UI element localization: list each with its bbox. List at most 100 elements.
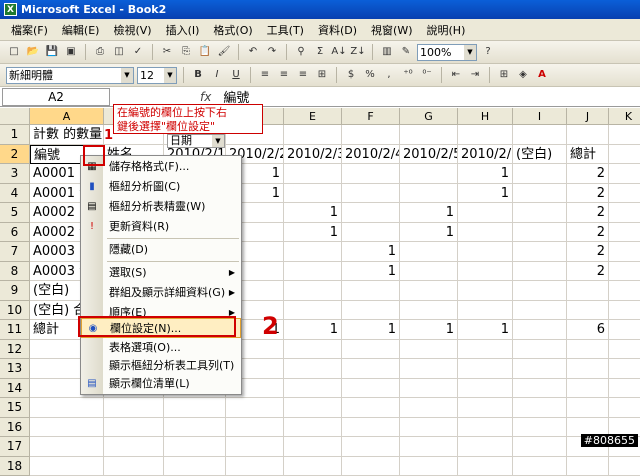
- cell-f14[interactable]: [342, 379, 400, 399]
- cell-h11[interactable]: 1: [458, 320, 513, 340]
- cell-e7[interactable]: [284, 242, 342, 262]
- date-filter-dropdown[interactable]: 日期 ▼: [167, 134, 225, 148]
- cell-f9[interactable]: [342, 281, 400, 301]
- paste-icon[interactable]: 📋: [197, 44, 213, 60]
- cell-g8[interactable]: [400, 262, 458, 282]
- cell-h4[interactable]: 1: [458, 184, 513, 204]
- cell-f11[interactable]: 1: [342, 320, 400, 340]
- cell-b17[interactable]: [104, 437, 164, 457]
- font-name-combo[interactable]: 新細明體▼: [6, 67, 134, 84]
- cell-g10[interactable]: [400, 301, 458, 321]
- cell-g3[interactable]: [400, 164, 458, 184]
- cell-g13[interactable]: [400, 359, 458, 379]
- redo-icon[interactable]: ↷: [264, 44, 280, 60]
- cell-f2[interactable]: 2010/2/4: [342, 145, 400, 165]
- cell-k3[interactable]: [609, 164, 640, 184]
- cell-j18[interactable]: [567, 457, 609, 476]
- cell-f18[interactable]: [342, 457, 400, 476]
- column-header-g[interactable]: G: [400, 108, 458, 125]
- cell-j7[interactable]: 2: [567, 242, 609, 262]
- cell-f8[interactable]: 1: [342, 262, 400, 282]
- chevron-down-icon[interactable]: ▼: [464, 45, 476, 60]
- cell-g12[interactable]: [400, 340, 458, 360]
- cell-i17[interactable]: [513, 437, 567, 457]
- cell-g1[interactable]: [400, 125, 458, 145]
- row-header-4[interactable]: 4: [0, 184, 30, 204]
- format-painter-icon[interactable]: 🖌: [216, 44, 232, 60]
- cell-h14[interactable]: [458, 379, 513, 399]
- cell-e4[interactable]: [284, 184, 342, 204]
- cell-j4[interactable]: 2: [567, 184, 609, 204]
- cell-j11[interactable]: 6: [567, 320, 609, 340]
- cell-f13[interactable]: [342, 359, 400, 379]
- zoom-combo[interactable]: 100%▼: [417, 44, 477, 61]
- cell-j5[interactable]: 2: [567, 203, 609, 223]
- cell-e3[interactable]: [284, 164, 342, 184]
- menu-refresh[interactable]: !更新資料(R): [81, 217, 241, 237]
- row-header-12[interactable]: 12: [0, 340, 30, 360]
- cell-k10[interactable]: [609, 301, 640, 321]
- bold-button[interactable]: B: [190, 67, 206, 83]
- cell-i13[interactable]: [513, 359, 567, 379]
- menu-format[interactable]: 格式(O): [206, 22, 259, 38]
- cell-e10[interactable]: [284, 301, 342, 321]
- decrease-indent-icon[interactable]: ⇤: [448, 67, 464, 83]
- cell-f3[interactable]: [342, 164, 400, 184]
- cell-h9[interactable]: [458, 281, 513, 301]
- increase-indent-icon[interactable]: ⇥: [467, 67, 483, 83]
- merge-center-icon[interactable]: ⊞: [314, 67, 330, 83]
- cell-g4[interactable]: [400, 184, 458, 204]
- cell-g17[interactable]: [400, 437, 458, 457]
- cell-f1[interactable]: [342, 125, 400, 145]
- help-icon[interactable]: ?: [480, 44, 496, 60]
- cell-h15[interactable]: [458, 398, 513, 418]
- cell-f5[interactable]: [342, 203, 400, 223]
- fill-color-icon[interactable]: ◈: [515, 67, 531, 83]
- cell-a16[interactable]: [30, 418, 104, 438]
- cell-j15[interactable]: [567, 398, 609, 418]
- row-header-15[interactable]: 15: [0, 398, 30, 418]
- column-header-j[interactable]: J: [567, 108, 609, 125]
- cell-j2[interactable]: 總計: [567, 145, 609, 165]
- cell-h12[interactable]: [458, 340, 513, 360]
- print-icon[interactable]: ⎙: [92, 44, 108, 60]
- cell-j6[interactable]: 2: [567, 223, 609, 243]
- currency-button[interactable]: $: [343, 67, 359, 83]
- cell-g14[interactable]: [400, 379, 458, 399]
- cell-f4[interactable]: [342, 184, 400, 204]
- menu-group-detail[interactable]: 群組及顯示詳細資料(G)▶: [81, 283, 241, 303]
- cell-c15[interactable]: [164, 398, 226, 418]
- cell-e1[interactable]: [284, 125, 342, 145]
- cell-i15[interactable]: [513, 398, 567, 418]
- menu-select[interactable]: 選取(S)▶: [81, 263, 241, 283]
- row-header-11[interactable]: 11: [0, 320, 30, 340]
- column-header-i[interactable]: I: [513, 108, 567, 125]
- cell-i2[interactable]: (空白): [513, 145, 567, 165]
- cell-k6[interactable]: [609, 223, 640, 243]
- cell-k8[interactable]: [609, 262, 640, 282]
- cell-e16[interactable]: [284, 418, 342, 438]
- cell-g7[interactable]: [400, 242, 458, 262]
- save-icon[interactable]: 💾: [44, 44, 60, 60]
- cell-g6[interactable]: 1: [400, 223, 458, 243]
- cell-k1[interactable]: [609, 125, 640, 145]
- menu-pivot-chart[interactable]: ▮樞紐分析圖(C): [81, 177, 241, 197]
- menu-table-options[interactable]: 表格選項(O)...: [81, 338, 241, 358]
- cell-h8[interactable]: [458, 262, 513, 282]
- cell-h5[interactable]: [458, 203, 513, 223]
- column-header-e[interactable]: E: [284, 108, 342, 125]
- name-box[interactable]: A2: [2, 88, 110, 106]
- cell-a15[interactable]: [30, 398, 104, 418]
- row-header-16[interactable]: 16: [0, 418, 30, 438]
- cell-i1[interactable]: [513, 125, 567, 145]
- cell-e2[interactable]: 2010/2/3: [284, 145, 342, 165]
- cell-a18[interactable]: [30, 457, 104, 476]
- cell-b18[interactable]: [104, 457, 164, 476]
- autosum-icon[interactable]: Σ: [312, 44, 328, 60]
- cell-c17[interactable]: [164, 437, 226, 457]
- cell-a1[interactable]: 計數 的數量: [30, 125, 104, 145]
- cell-g5[interactable]: 1: [400, 203, 458, 223]
- cell-j9[interactable]: [567, 281, 609, 301]
- cell-i10[interactable]: [513, 301, 567, 321]
- cell-e13[interactable]: [284, 359, 342, 379]
